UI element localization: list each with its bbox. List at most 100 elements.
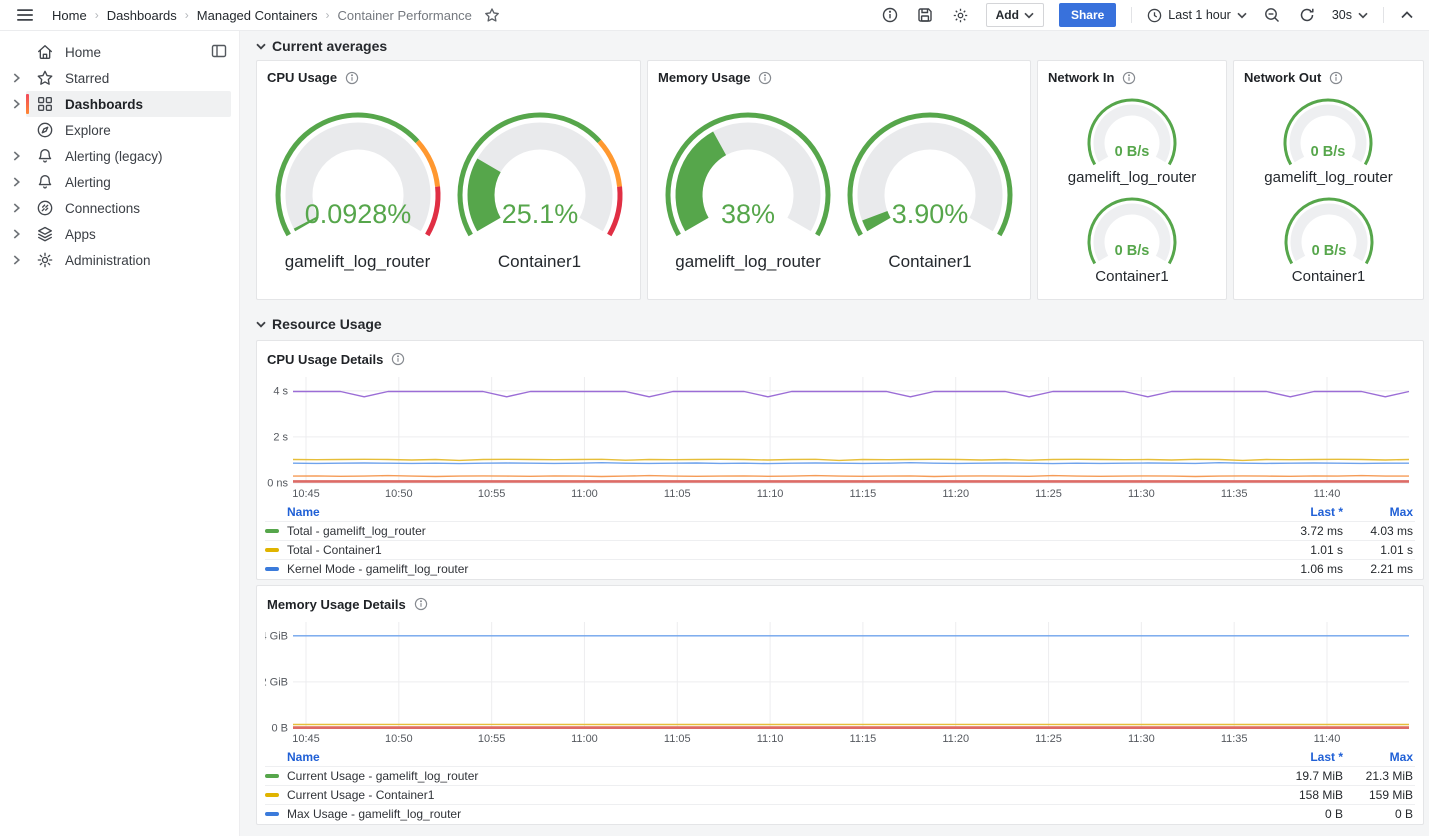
series-max-value: 159 MiB bbox=[1343, 788, 1415, 802]
chevron-right-icon[interactable] bbox=[6, 177, 26, 187]
series-color-dash[interactable] bbox=[265, 774, 279, 778]
info-icon[interactable] bbox=[1329, 71, 1343, 85]
favorite-star-icon[interactable] bbox=[484, 7, 500, 23]
sidebar-item-administration[interactable]: Administration bbox=[6, 247, 231, 273]
legend-sort-last[interactable]: Last * bbox=[1265, 750, 1343, 764]
series-max-value: 21.3 MiB bbox=[1343, 769, 1415, 783]
info-icon[interactable] bbox=[1122, 71, 1136, 85]
sidebar-item-starred[interactable]: Starred bbox=[6, 65, 231, 91]
chevron-right-icon[interactable] bbox=[6, 151, 26, 161]
add-button[interactable]: Add bbox=[986, 3, 1044, 27]
sidebar-item-explore[interactable]: Explore bbox=[6, 117, 231, 143]
star-icon bbox=[36, 69, 54, 87]
breadcrumb-item[interactable]: Managed Containers bbox=[197, 8, 318, 23]
gauge-label: gamelift_log_router bbox=[675, 252, 821, 272]
x-axis-tick-label: 11:05 bbox=[664, 488, 691, 500]
panel-header-cpu-usage-details[interactable]: CPU Usage Details bbox=[265, 347, 1415, 371]
sidebar-item-apps[interactable]: Apps bbox=[6, 221, 231, 247]
y-axis-tick-label: 0 B bbox=[271, 723, 288, 735]
dock-menu-icon[interactable] bbox=[211, 43, 227, 59]
panel-cpu-usage: CPU Usage 0.0928%gamelift_log_router25.1… bbox=[256, 60, 641, 300]
section-resource-usage[interactable]: Resource Usage bbox=[256, 313, 1424, 335]
chevron-right-icon[interactable] bbox=[6, 73, 26, 83]
legend-sort-last[interactable]: Last * bbox=[1265, 505, 1343, 519]
panel-header-network-out[interactable]: Network Out bbox=[1234, 61, 1423, 87]
series-last-value: 158 MiB bbox=[1265, 788, 1343, 802]
series-name[interactable]: Current Usage - Container1 bbox=[287, 788, 1265, 802]
x-axis-tick-label: 11:15 bbox=[850, 488, 877, 500]
info-icon[interactable] bbox=[414, 597, 428, 611]
series-color-dash[interactable] bbox=[265, 529, 279, 533]
gauge-value: 0 B/s bbox=[1311, 243, 1346, 259]
legend-sort-max[interactable]: Max bbox=[1343, 505, 1415, 519]
panel-header-cpu-usage[interactable]: CPU Usage bbox=[257, 61, 640, 87]
refresh-icon[interactable] bbox=[1297, 5, 1317, 25]
series-name[interactable]: Max Usage - gamelift_log_router bbox=[287, 807, 1265, 821]
section-current-averages[interactable]: Current averages bbox=[256, 35, 1424, 57]
breadcrumb-item[interactable]: Dashboards bbox=[107, 8, 177, 23]
layers-icon bbox=[36, 225, 54, 243]
chevron-right-icon[interactable] bbox=[6, 203, 26, 213]
y-axis-tick-label: 4 GiB bbox=[265, 630, 288, 642]
zoom-out-time-icon[interactable] bbox=[1262, 5, 1282, 25]
series-name[interactable]: Total - gamelift_log_router bbox=[287, 524, 1265, 538]
series-color-dash[interactable] bbox=[265, 567, 279, 571]
x-axis-tick-label: 11:10 bbox=[757, 488, 784, 500]
series-line bbox=[293, 476, 1409, 477]
series-color-dash[interactable] bbox=[265, 812, 279, 816]
gauge-value: 0 B/s bbox=[1115, 243, 1150, 259]
share-button[interactable]: Share bbox=[1059, 3, 1116, 27]
legend-sort-max[interactable]: Max bbox=[1343, 750, 1415, 764]
x-axis-tick-label: 11:30 bbox=[1128, 733, 1155, 745]
time-range-picker[interactable]: Last 1 hour bbox=[1147, 8, 1247, 23]
gauge-arc: 0 B/s bbox=[1279, 195, 1379, 267]
x-axis-tick-label: 11:00 bbox=[571, 733, 598, 745]
legend-sort-name[interactable]: Name bbox=[265, 505, 1265, 519]
breadcrumb-separator: › bbox=[185, 8, 189, 22]
chevron-down-icon bbox=[256, 43, 266, 50]
series-name[interactable]: Current Usage - gamelift_log_router bbox=[287, 769, 1265, 783]
x-axis-tick-label: 10:45 bbox=[292, 488, 320, 500]
refresh-interval-picker[interactable]: 30s bbox=[1332, 8, 1368, 22]
sidebar-item-dashboards[interactable]: Dashboards bbox=[6, 91, 231, 117]
sidebar-item-home[interactable]: Home bbox=[6, 39, 231, 65]
series-line bbox=[293, 463, 1409, 464]
panel-header-network-in[interactable]: Network In bbox=[1038, 61, 1226, 87]
sidebar-item-alerting[interactable]: Alerting bbox=[6, 169, 231, 195]
chevron-right-icon[interactable] bbox=[6, 99, 26, 109]
top-navigation-bar: Home›Dashboards›Managed Containers›Conta… bbox=[0, 0, 1429, 31]
series-color-dash[interactable] bbox=[265, 548, 279, 552]
dashboard-canvas: Current averages CPU Usage 0.0928%gameli… bbox=[240, 31, 1429, 836]
y-axis-tick-label: 2 GiB bbox=[265, 676, 288, 688]
sidebar-navigation: HomeStarredDashboardsExploreAlerting (le… bbox=[0, 31, 240, 836]
series-name[interactable]: Kernel Mode - gamelift_log_router bbox=[287, 562, 1265, 576]
breadcrumb-item[interactable]: Home bbox=[52, 8, 87, 23]
panel-header-memory-usage-details[interactable]: Memory Usage Details bbox=[265, 592, 1415, 616]
kiosk-caret-up-icon[interactable] bbox=[1399, 9, 1415, 21]
chevron-right-icon[interactable] bbox=[6, 255, 26, 265]
hamburger-menu-icon[interactable] bbox=[14, 4, 36, 26]
save-dashboard-icon[interactable] bbox=[915, 5, 935, 25]
x-axis-tick-label: 11:15 bbox=[850, 733, 877, 745]
sidebar-item-alerting-legacy-[interactable]: Alerting (legacy) bbox=[6, 143, 231, 169]
info-icon[interactable] bbox=[391, 352, 405, 366]
gauge-label: Container1 bbox=[1292, 268, 1365, 285]
panel-header-memory-usage[interactable]: Memory Usage bbox=[648, 61, 1030, 87]
sidebar-item-connections[interactable]: Connections bbox=[6, 195, 231, 221]
series-name[interactable]: Total - Container1 bbox=[287, 543, 1265, 557]
gauge-gamelift_log_router: 0 B/sgamelift_log_router bbox=[1264, 96, 1392, 186]
series-color-dash[interactable] bbox=[265, 793, 279, 797]
legend-row: Kernel Mode - gamelift_log_router1.06 ms… bbox=[265, 559, 1415, 578]
memory-usage-details-chart[interactable]: 10:4510:5010:5511:0011:0511:1011:1511:20… bbox=[265, 616, 1415, 748]
x-axis-tick-label: 10:50 bbox=[385, 733, 413, 745]
legend-sort-name[interactable]: Name bbox=[265, 750, 1265, 764]
info-icon[interactable] bbox=[758, 71, 772, 85]
cpu-usage-details-chart[interactable]: 10:4510:5010:5511:0011:0511:1011:1511:20… bbox=[265, 371, 1415, 503]
dashboard-settings-icon[interactable] bbox=[950, 5, 971, 26]
info-icon[interactable] bbox=[345, 71, 359, 85]
sidebar-item-label: Administration bbox=[65, 253, 151, 268]
toolbar-divider bbox=[1131, 7, 1132, 23]
chevron-right-icon[interactable] bbox=[6, 229, 26, 239]
gauge-Container1: 25.1%Container1 bbox=[450, 109, 630, 272]
dashboard-info-icon[interactable] bbox=[880, 5, 900, 25]
